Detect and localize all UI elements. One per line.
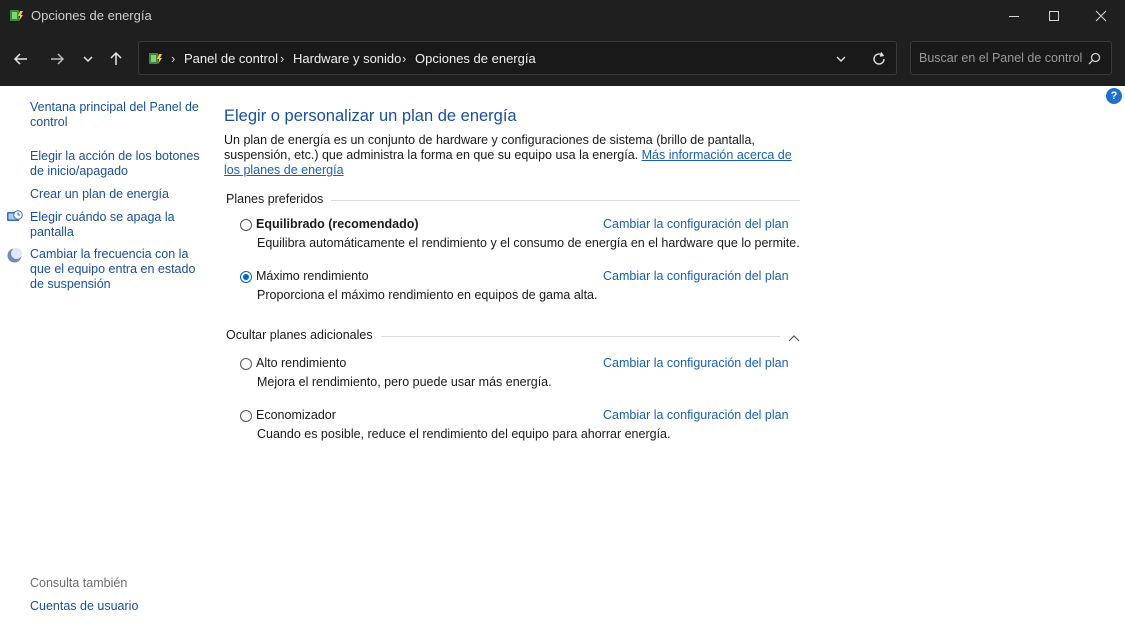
sidebar-item-control-panel-home[interactable]: Ventana principal del Panel de control [30, 100, 200, 130]
plan-saver-description: Cuando es posible, reduce el rendimiento… [257, 427, 671, 441]
up-button[interactable] [103, 46, 129, 72]
help-button[interactable]: ? [1106, 88, 1122, 104]
task-pane: Ventana principal del Panel de control E… [0, 86, 210, 634]
recent-locations-button[interactable] [75, 46, 101, 72]
breadcrumb-power-options[interactable]: Opciones de energía [415, 51, 536, 66]
search-field[interactable]: Buscar en el Panel de control [910, 41, 1112, 75]
chevron-up-icon[interactable] [788, 331, 800, 342]
arrow-left-icon [13, 53, 27, 65]
plan-balanced-description: Equilibra automáticamente el rendimiento… [257, 236, 800, 250]
preferred-plans-section: Planes preferidos [226, 192, 800, 208]
address-history-button[interactable] [834, 52, 848, 66]
minimize-icon [1009, 16, 1019, 17]
arrow-right-icon [51, 53, 65, 65]
plan-ultimate-performance: Máximo rendimiento Cambiar la configurac… [240, 269, 800, 305]
control-panel-window: Opciones de energía › Panel de control ›… [0, 0, 1125, 634]
monitor-clock-icon [6, 209, 23, 226]
title-bar: Opciones de energía [0, 0, 1125, 32]
sidebar-item-create-plan[interactable]: Crear un plan de energía [30, 187, 200, 202]
navigation-bar: › Panel de control › Hardware y sonido ›… [0, 32, 1125, 86]
plan-saver-radio[interactable] [240, 410, 252, 422]
see-also-user-accounts[interactable]: Cuentas de usuario [30, 599, 200, 614]
see-also-heading: Consulta también [30, 576, 128, 590]
arrow-up-icon [110, 51, 122, 65]
plan-balanced-radio[interactable] [240, 219, 252, 231]
chevron-down-icon [836, 56, 846, 62]
window-title: Opciones de energía [31, 8, 152, 23]
forward-button[interactable] [44, 46, 70, 72]
plan-power-saver: Economizador Cambiar la configuración de… [240, 408, 800, 444]
plan-high-name[interactable]: Alto rendimiento [256, 356, 346, 370]
plan-balanced: Equilibrado (recomendado) Cambiar la con… [240, 217, 800, 253]
plan-high-radio[interactable] [240, 358, 252, 370]
breadcrumb-separator[interactable]: › [171, 51, 175, 66]
page-title: Elegir o personalizar un plan de energía [224, 107, 517, 125]
preferred-plans-heading: Planes preferidos [226, 192, 332, 206]
hide-additional-plans-toggle[interactable]: Ocultar planes adicionales [226, 328, 381, 342]
plan-high-settings-link[interactable]: Cambiar la configuración del plan [603, 356, 789, 370]
sidebar-item-display-off[interactable]: Elegir cuándo se apaga la pantalla [30, 210, 200, 240]
plan-ultimate-name[interactable]: Máximo rendimiento [256, 269, 369, 283]
search-icon[interactable] [1088, 52, 1101, 65]
sidebar-item-power-buttons[interactable]: Elegir la acción de los botones de inici… [30, 149, 200, 179]
plan-high-description: Mejora el rendimiento, pero puede usar m… [257, 375, 552, 389]
search-placeholder[interactable]: Buscar en el Panel de control [919, 51, 1082, 65]
back-button[interactable] [8, 46, 34, 72]
additional-plans-section: Ocultar planes adicionales [226, 328, 800, 344]
maximize-icon [1049, 11, 1059, 21]
chevron-down-icon [83, 56, 93, 63]
intro-text: Un plan de energía es un conjunto de har… [224, 133, 804, 178]
plan-high-performance: Alto rendimiento Cambiar la configuració… [240, 356, 800, 392]
plan-ultimate-description: Proporciona el máximo rendimiento en equ… [257, 288, 598, 302]
breadcrumb-separator[interactable]: › [280, 51, 284, 66]
sleep-moon-icon [6, 247, 23, 264]
power-options-icon [147, 50, 164, 67]
breadcrumb-separator[interactable]: › [402, 51, 406, 66]
plan-balanced-name[interactable]: Equilibrado (recomendado) [256, 217, 419, 231]
plan-saver-settings-link[interactable]: Cambiar la configuración del plan [603, 408, 789, 422]
refresh-button[interactable] [871, 51, 887, 67]
sidebar-item-sleep-frequency[interactable]: Cambiar la frecuencia con la que el equi… [30, 247, 200, 292]
plan-saver-name[interactable]: Economizador [256, 408, 336, 422]
close-button[interactable] [1078, 0, 1124, 32]
plan-balanced-settings-link[interactable]: Cambiar la configuración del plan [603, 217, 789, 231]
maximize-button[interactable] [1031, 0, 1077, 32]
close-icon [1095, 10, 1107, 22]
plan-ultimate-radio[interactable] [240, 271, 252, 283]
refresh-icon [873, 52, 885, 65]
plan-ultimate-settings-link[interactable]: Cambiar la configuración del plan [603, 269, 789, 283]
breadcrumb-control-panel[interactable]: Panel de control [184, 51, 278, 66]
power-options-icon [8, 7, 25, 24]
address-bar[interactable]: › Panel de control › Hardware y sonido ›… [138, 41, 897, 75]
breadcrumb-hardware-sound[interactable]: Hardware y sonido [293, 51, 401, 66]
